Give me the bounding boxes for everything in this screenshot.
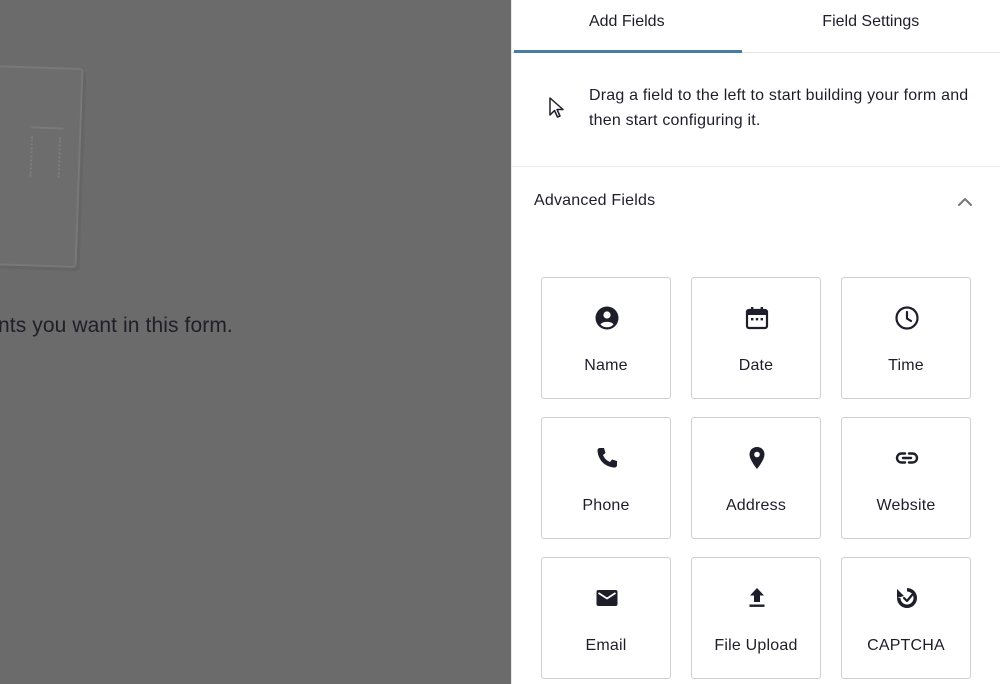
field-website[interactable]: Website bbox=[841, 417, 971, 539]
field-file-upload[interactable]: File Upload bbox=[691, 557, 821, 679]
chevron-up-icon[interactable] bbox=[956, 193, 974, 211]
cursor-arrow-icon bbox=[549, 97, 564, 118]
field-label: Phone bbox=[582, 497, 630, 514]
empty-form-illustration bbox=[0, 63, 84, 269]
section-title: Advanced Fields bbox=[534, 192, 656, 209]
field-label: Date bbox=[738, 357, 774, 374]
captcha-icon bbox=[897, 588, 917, 608]
field-email[interactable]: Email bbox=[541, 557, 671, 679]
field-date[interactable]: Date bbox=[691, 277, 821, 399]
intro-message: Drag a field to the left to start buildi… bbox=[512, 53, 1000, 167]
field-label: CAPTCHA bbox=[867, 637, 945, 654]
envelope-icon bbox=[596, 590, 618, 606]
field-label: Name bbox=[584, 357, 628, 374]
tab-field-settings[interactable]: Field Settings bbox=[742, 0, 1000, 52]
field-grid: Name Date Time Phone Address Website Ema… bbox=[541, 277, 971, 679]
clock-icon bbox=[895, 306, 919, 330]
map-pin-icon bbox=[749, 447, 765, 469]
tab-add-fields[interactable]: Add Fields bbox=[512, 0, 742, 52]
advanced-fields-header[interactable]: Advanced Fields bbox=[512, 167, 1000, 237]
calendar-icon bbox=[745, 307, 769, 330]
field-captcha[interactable]: CAPTCHA bbox=[841, 557, 971, 679]
phone-icon bbox=[597, 448, 617, 468]
form-canvas: nts you want in this form. bbox=[0, 0, 511, 684]
field-phone[interactable]: Phone bbox=[541, 417, 671, 539]
intro-text: Drag a field to the left to start buildi… bbox=[589, 87, 969, 129]
field-address[interactable]: Address bbox=[691, 417, 821, 539]
field-label: Email bbox=[585, 637, 627, 654]
field-label: File Upload bbox=[714, 637, 798, 654]
panel-tabs: Add Fields Field Settings bbox=[512, 0, 1000, 53]
field-label: Time bbox=[888, 357, 924, 374]
field-label: Address bbox=[725, 497, 787, 514]
user-circle-icon bbox=[595, 306, 619, 330]
field-label: Website bbox=[876, 497, 936, 514]
field-name[interactable]: Name bbox=[541, 277, 671, 399]
link-icon bbox=[895, 452, 919, 464]
field-time[interactable]: Time bbox=[841, 277, 971, 399]
upload-icon bbox=[749, 588, 765, 607]
canvas-hint-text: nts you want in this form. bbox=[0, 314, 233, 337]
